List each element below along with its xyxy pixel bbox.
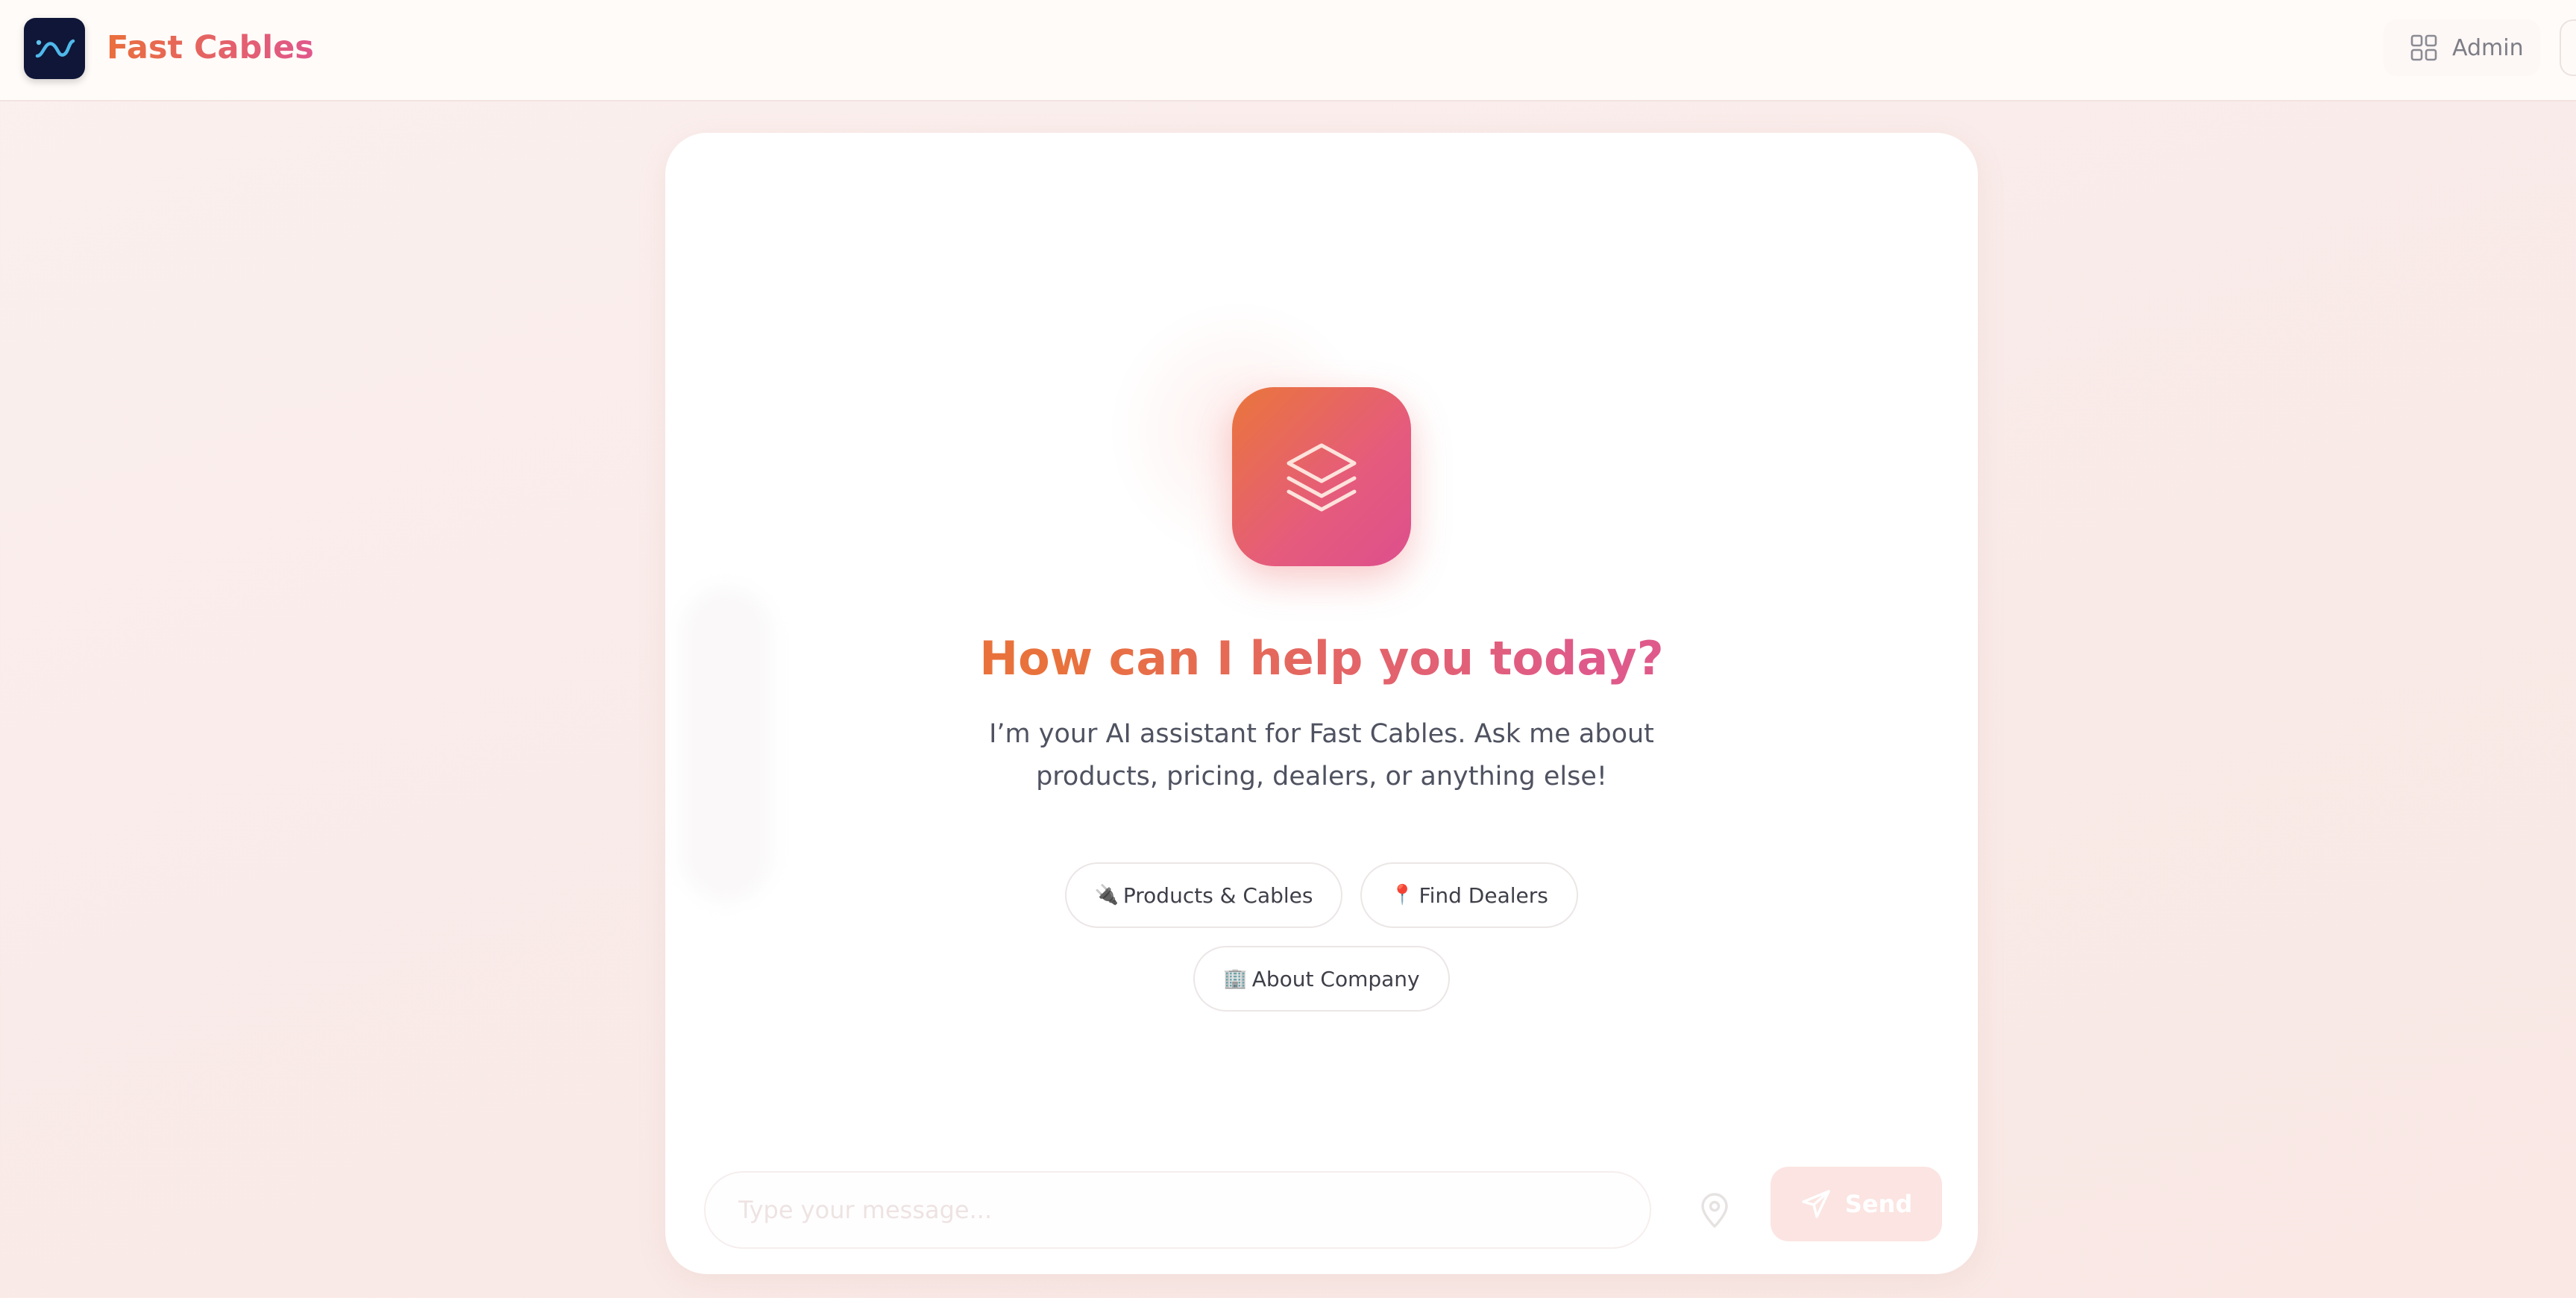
- chat-card: How can I help you today? I’m your AI as…: [665, 133, 1978, 1274]
- hero-badge: [1232, 387, 1411, 566]
- suggestion-about-button[interactable]: 🏢 About Company: [1193, 946, 1450, 1012]
- building-icon: 🏢: [1223, 968, 1248, 990]
- send-label: Send: [1844, 1190, 1913, 1218]
- grid-icon: [2410, 34, 2437, 61]
- suggestion-label: Products & Cables: [1122, 882, 1313, 908]
- brand-name[interactable]: Fast Cables: [107, 27, 314, 69]
- location-button[interactable]: [1688, 1185, 1741, 1237]
- map-pin-icon: [1701, 1193, 1728, 1228]
- app-logo[interactable]: [24, 18, 85, 79]
- send-icon: [1802, 1190, 1830, 1218]
- hero-subtitle-line-1: I’m your AI assistant for Fast Cables. A…: [989, 719, 1654, 749]
- suggestion-label: About Company: [1251, 966, 1420, 991]
- plug-icon: 🔌: [1094, 884, 1119, 906]
- layers-icon: [1287, 443, 1357, 512]
- send-button[interactable]: Send: [1771, 1167, 1942, 1241]
- admin-button[interactable]: Admin: [2384, 19, 2540, 76]
- admin-label: Admin: [2452, 34, 2524, 61]
- wave-logo-icon: [35, 39, 75, 58]
- header-extra-button[interactable]: [2560, 19, 2576, 76]
- suggestion-products-button[interactable]: 🔌 Products & Cables: [1065, 862, 1342, 928]
- pin-icon: 📍: [1390, 884, 1415, 906]
- hero-subtitle-line-2: products, pricing, dealers, or anything …: [1036, 762, 1607, 791]
- hero-subtitle: I’m your AI assistant for Fast Cables. A…: [978, 713, 1665, 798]
- hero-title: How can I help you today?: [665, 625, 1978, 692]
- top-header: Fast Cables Admin: [0, 0, 2576, 101]
- suggestion-dealers-button[interactable]: 📍 Find Dealers: [1360, 862, 1578, 928]
- suggestion-label: Find Dealers: [1419, 882, 1548, 908]
- message-input[interactable]: [704, 1171, 1651, 1249]
